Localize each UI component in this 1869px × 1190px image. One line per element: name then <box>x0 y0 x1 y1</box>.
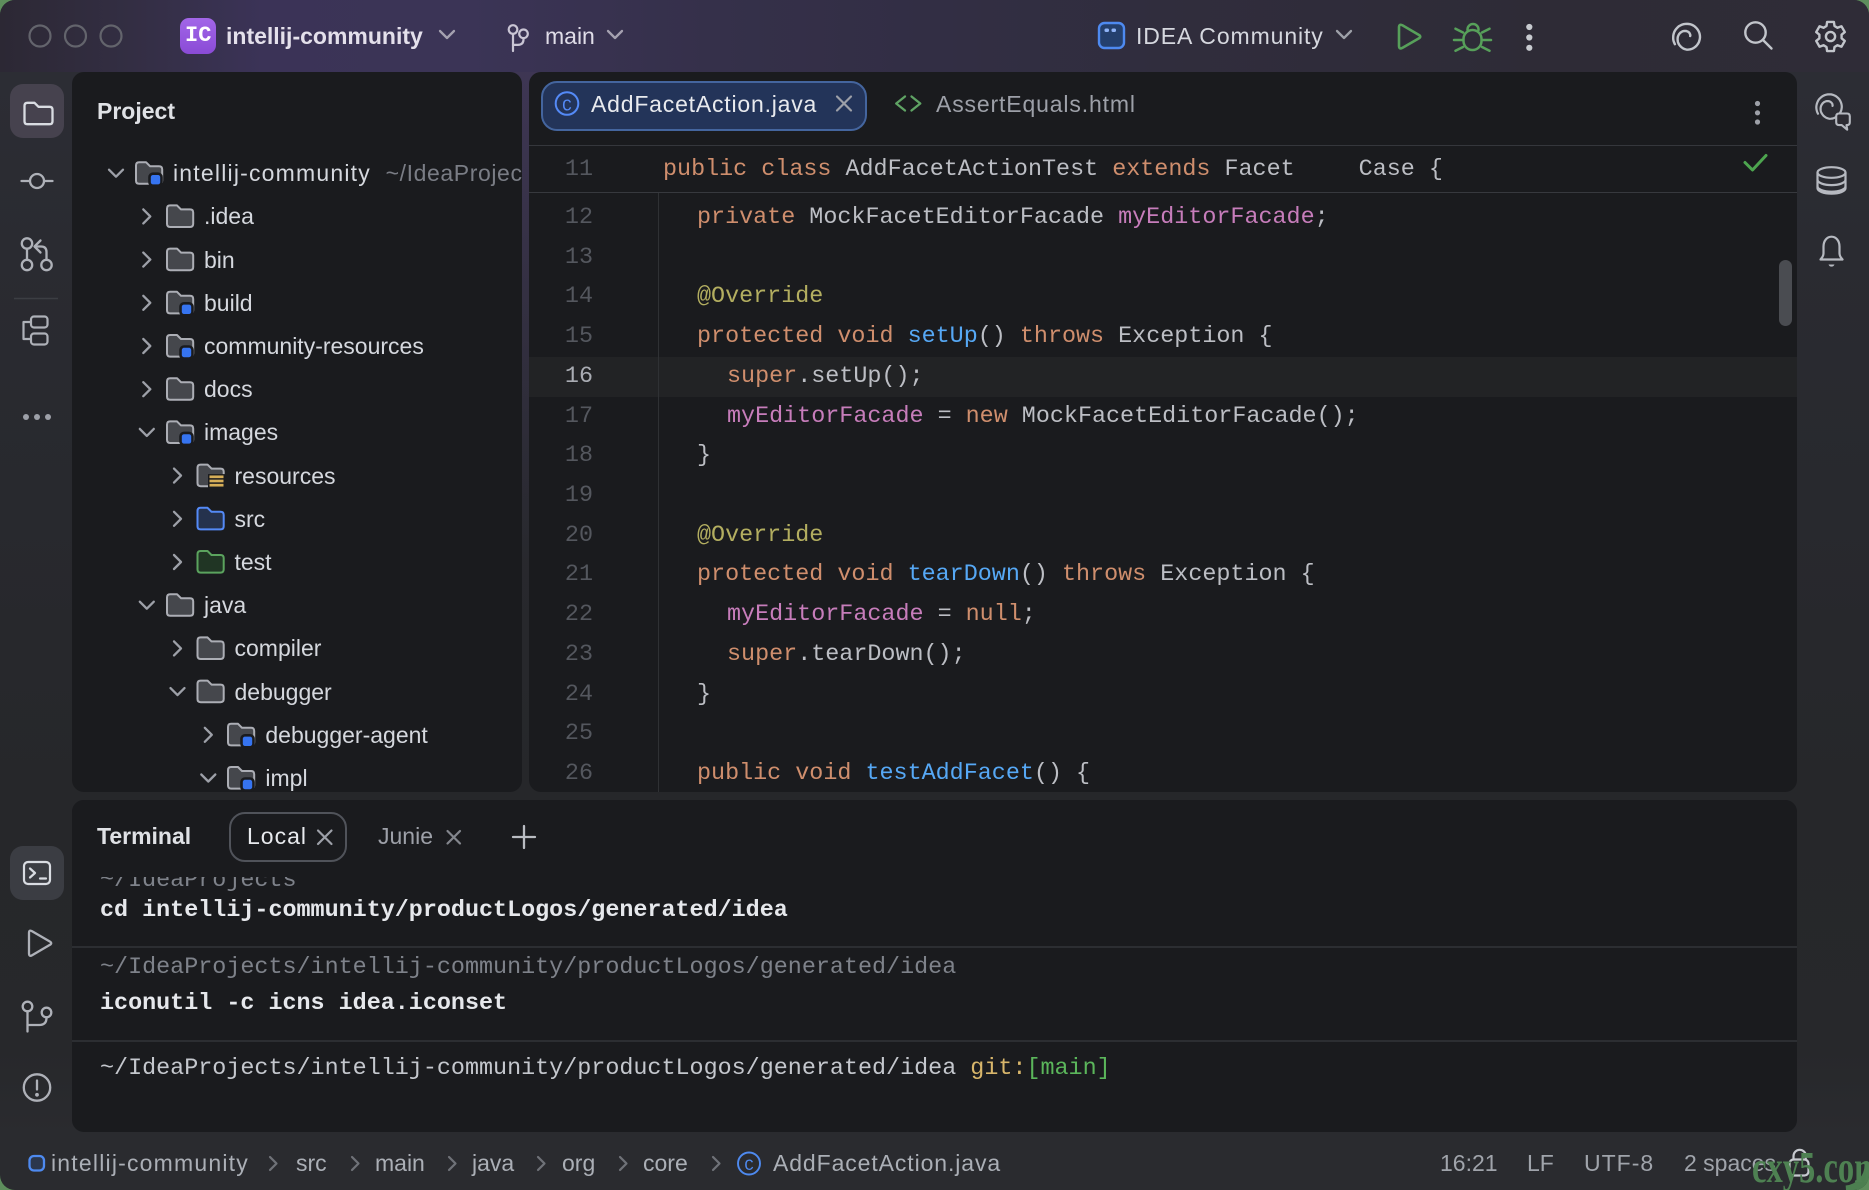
svg-text:C: C <box>562 97 572 116</box>
svg-text:C: C <box>744 1157 754 1175</box>
